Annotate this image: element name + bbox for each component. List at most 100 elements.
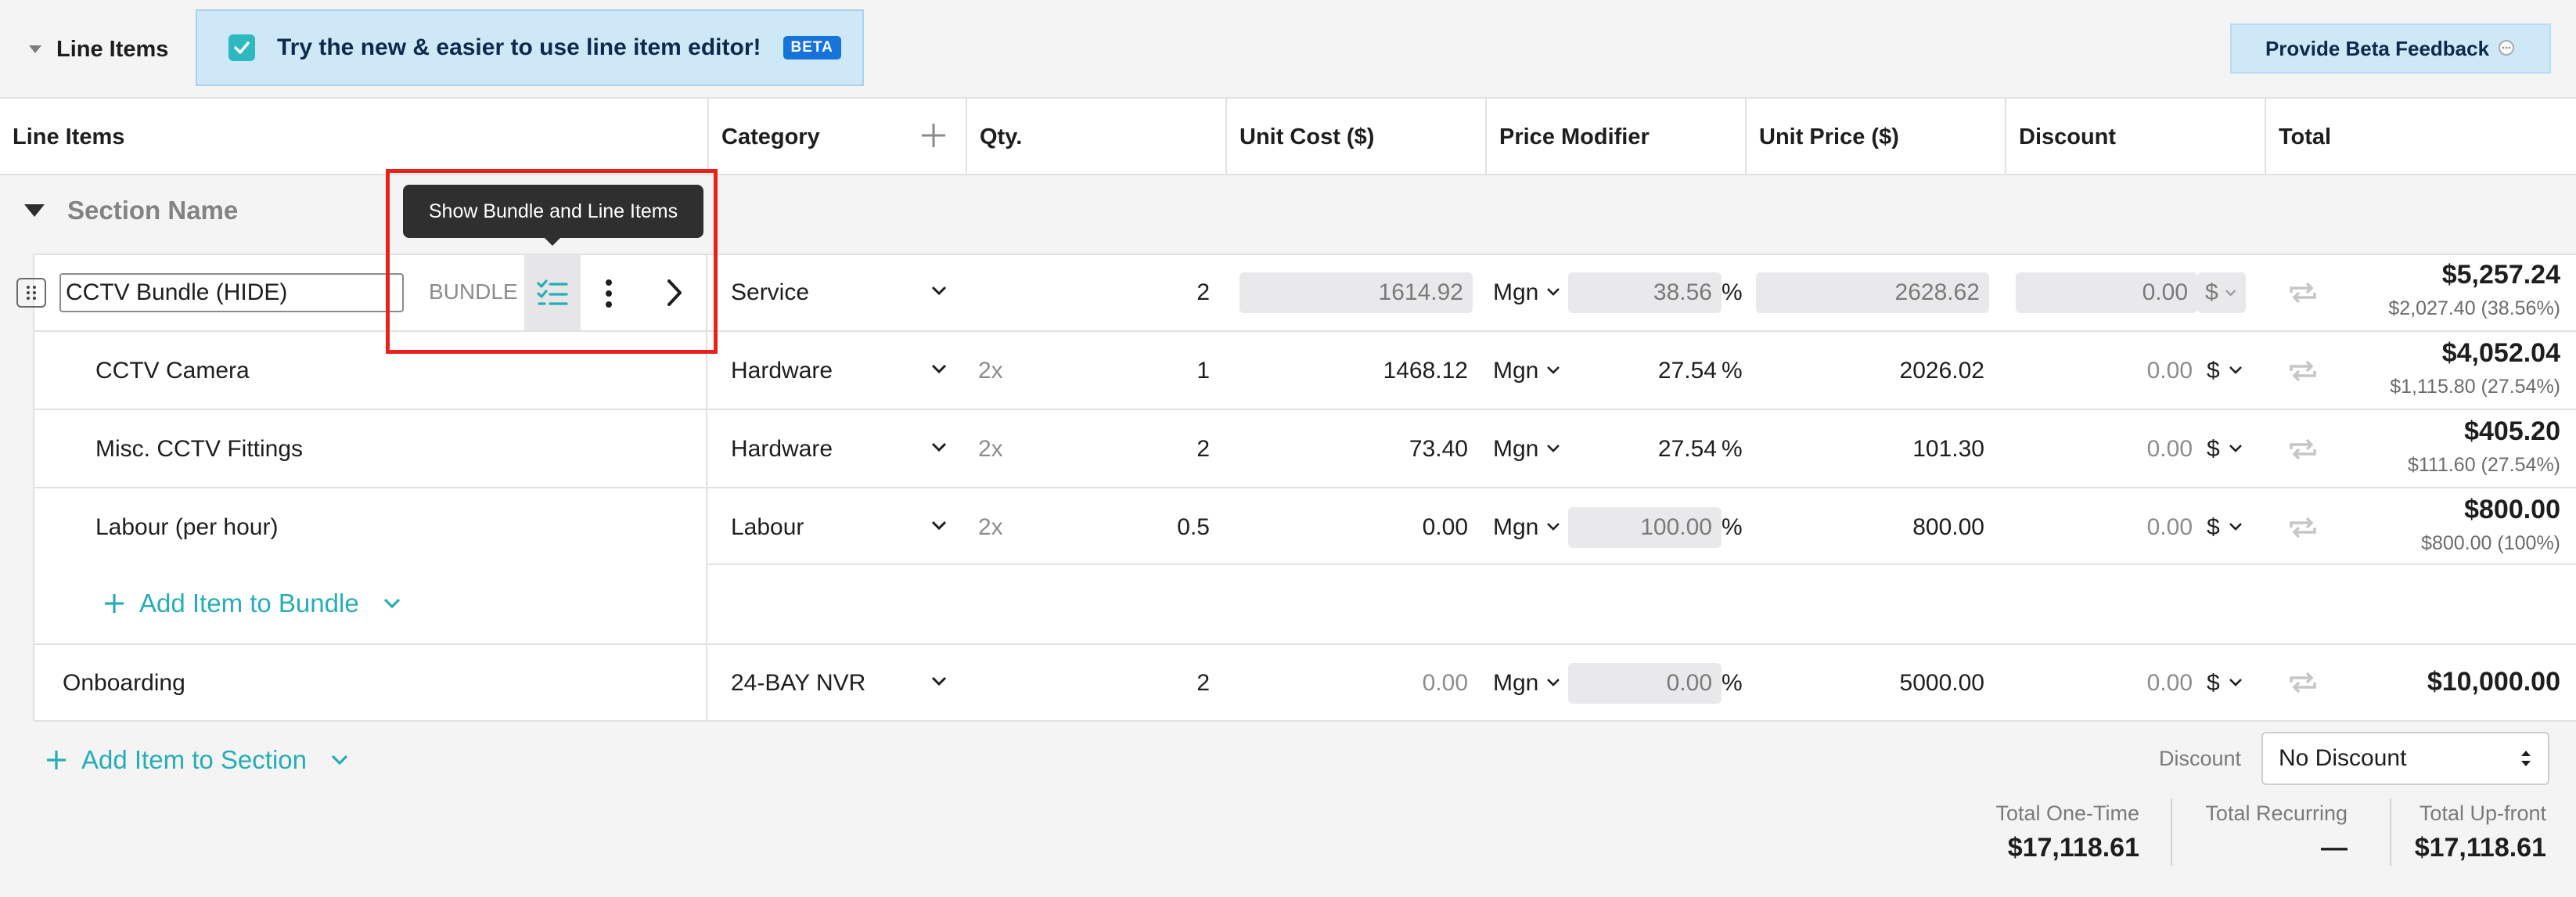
line-item-modifier-value[interactable]: 27.54 <box>1573 436 1717 463</box>
line-item-unit-cost[interactable]: 0.00 <box>1268 670 1468 697</box>
recurring-icon[interactable] <box>2288 517 2318 539</box>
highlight-annotation-box <box>386 169 718 354</box>
line-item-multiplier: 2x <box>978 358 1003 384</box>
checkbox-checked-icon[interactable] <box>228 34 255 61</box>
sort-arrows-icon <box>2520 749 2532 768</box>
row-divider <box>33 643 2576 645</box>
chevron-down-icon[interactable] <box>1546 366 1560 375</box>
column-header-unit-cost: Unit Cost ($) <box>1225 99 1485 175</box>
line-item-modifier-type[interactable]: Mgn <box>1493 358 1538 384</box>
chevron-down-icon[interactable] <box>931 676 947 687</box>
line-item-discount-type[interactable]: $ <box>2207 436 2220 463</box>
add-column-icon[interactable] <box>920 122 947 149</box>
column-header-line-items: Line Items <box>13 124 125 150</box>
chevron-down-icon[interactable] <box>931 364 947 375</box>
bundle-name-input[interactable]: CCTV Bundle (HIDE) <box>59 273 404 312</box>
line-item-qty[interactable]: 1 <box>1096 358 1210 384</box>
line-item-qty[interactable]: 0.5 <box>1096 514 1210 541</box>
bundle-total-margin: $2,027.40 (38.56%) <box>2388 297 2560 319</box>
line-item-unit-cost[interactable]: 0.00 <box>1268 514 1468 541</box>
chevron-down-icon[interactable] <box>931 442 947 453</box>
discount-label: Discount <box>2158 747 2241 770</box>
line-item-modifier-field: 0.00 <box>1568 663 1722 704</box>
add-item-to-bundle-label: Add Item to Bundle <box>139 589 359 618</box>
add-item-to-section-link[interactable]: Add Item to Section <box>45 745 349 775</box>
chevron-down-icon[interactable] <box>1546 678 1560 687</box>
chevron-down-icon[interactable] <box>2229 678 2243 687</box>
row-divider <box>33 720 2576 722</box>
section-toggle[interactable]: Section Name <box>23 196 238 225</box>
beta-editor-banner[interactable]: Try the new & easier to use line item ed… <box>196 9 864 86</box>
chevron-down-icon[interactable] <box>330 754 349 766</box>
bundle-modifier-type[interactable]: Mgn <box>1493 279 1538 306</box>
recurring-icon[interactable] <box>2288 672 2318 693</box>
chevron-down-icon[interactable] <box>931 286 947 297</box>
line-item-modifier-type[interactable]: Mgn <box>1493 670 1538 697</box>
line-item-discount-type[interactable]: $ <box>2207 514 2220 541</box>
line-item-qty[interactable]: 2 <box>1096 670 1210 697</box>
line-items-title: Line Items <box>56 36 169 62</box>
drag-handle[interactable] <box>16 278 46 308</box>
total-one-time-value: $17,118.61 <box>2007 833 2139 863</box>
line-item-modifier-type[interactable]: Mgn <box>1493 514 1538 541</box>
line-items-toggle[interactable]: Line Items <box>28 30 168 69</box>
table-header: Line Items Category Qty. Unit Cost ($) P… <box>0 97 2576 175</box>
chevron-down-icon[interactable] <box>1546 522 1560 531</box>
beta-banner-text: Try the new & easier to use line item ed… <box>277 34 761 60</box>
column-header-price-modifier: Price Modifier <box>1485 99 1745 175</box>
add-item-to-section-label: Add Item to Section <box>81 745 307 774</box>
line-item-modifier-value[interactable]: 27.54 <box>1573 358 1717 384</box>
bundle-category[interactable]: Service <box>731 279 809 306</box>
recurring-icon[interactable] <box>2288 360 2318 382</box>
total-upfront-value: $17,118.61 <box>2414 833 2546 863</box>
line-item-modifier-type[interactable]: Mgn <box>1493 436 1538 463</box>
line-item-qty[interactable]: 2 <box>1096 436 1210 463</box>
discount-select[interactable]: No Discount <box>2261 732 2549 785</box>
recurring-icon[interactable] <box>2288 282 2318 304</box>
beta-badge: BETA <box>783 36 841 59</box>
line-item-total-margin: $800.00 (100%) <box>2421 532 2560 554</box>
speech-bubble-icon <box>2497 39 2516 58</box>
line-item-discount[interactable]: 0.00 <box>2019 670 2193 697</box>
chevron-down-icon[interactable] <box>1546 444 1560 453</box>
line-item-category[interactable]: Hardware <box>731 358 833 384</box>
line-item-name[interactable]: Labour (per hour) <box>95 514 278 541</box>
column-header-category-label: Category <box>721 124 820 150</box>
column-header-discount: Discount <box>2005 99 2265 175</box>
section-name-label[interactable]: Section Name <box>67 196 238 225</box>
line-item-name[interactable]: CCTV Camera <box>95 358 250 384</box>
bundle-unit-price-field: 2628.62 <box>1756 272 1989 313</box>
chevron-down-icon[interactable] <box>2229 522 2243 531</box>
line-item-category[interactable]: Hardware <box>731 436 833 463</box>
percent-label: % <box>1722 436 1743 462</box>
line-item-category[interactable]: 24-BAY NVR <box>731 670 865 697</box>
plus-icon <box>103 593 125 614</box>
provide-beta-feedback-button[interactable]: Provide Beta Feedback <box>2230 23 2551 74</box>
chevron-down-icon[interactable] <box>2229 444 2243 453</box>
line-item-discount[interactable]: 0.00 <box>2019 514 2193 541</box>
line-item-name[interactable]: Misc. CCTV Fittings <box>95 436 303 463</box>
bundle-qty[interactable]: 2 <box>1096 279 1210 306</box>
line-item-discount-type[interactable]: $ <box>2207 358 2220 384</box>
recurring-icon[interactable] <box>2288 438 2318 460</box>
total-recurring-value: — <box>2321 833 2348 863</box>
line-item-unit-price[interactable]: 2026.02 <box>1761 358 1984 384</box>
chevron-down-icon[interactable] <box>931 521 947 531</box>
chevron-down-icon[interactable] <box>2229 366 2243 375</box>
line-item-unit-price[interactable]: 800.00 <box>1761 514 1984 541</box>
line-item-discount-type[interactable]: $ <box>2207 670 2220 697</box>
bundle-discount-type: $ <box>2197 272 2246 313</box>
line-item-discount[interactable]: 0.00 <box>2019 436 2193 463</box>
chevron-down-icon[interactable] <box>383 597 401 610</box>
chevron-down-icon[interactable] <box>1546 287 1560 297</box>
bundle-total: $5,257.24 <box>2441 260 2560 290</box>
plus-icon <box>45 749 67 771</box>
line-item-discount[interactable]: 0.00 <box>2019 358 2193 384</box>
line-item-unit-price[interactable]: 101.30 <box>1761 436 1984 463</box>
line-item-name[interactable]: Onboarding <box>63 670 185 697</box>
line-item-category[interactable]: Labour <box>731 514 804 541</box>
add-item-to-bundle-link[interactable]: Add Item to Bundle <box>103 589 401 618</box>
line-item-unit-cost[interactable]: 1468.12 <box>1268 358 1468 384</box>
line-item-unit-price[interactable]: 5000.00 <box>1761 670 1984 697</box>
line-item-unit-cost[interactable]: 73.40 <box>1268 436 1468 463</box>
